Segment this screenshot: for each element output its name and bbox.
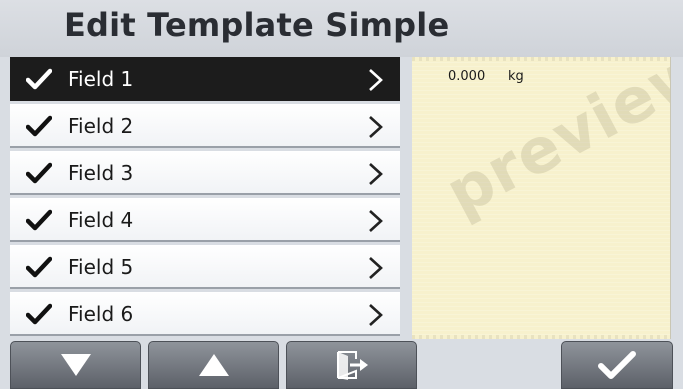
chevron-right-icon bbox=[369, 257, 383, 279]
field-row-3[interactable]: Field 3 bbox=[10, 151, 400, 195]
move-up-button[interactable] bbox=[148, 341, 279, 389]
chevron-right-icon bbox=[369, 304, 383, 326]
field-row-5[interactable]: Field 5 bbox=[10, 245, 400, 289]
down-arrow-icon bbox=[60, 354, 91, 376]
exit-button[interactable] bbox=[286, 341, 417, 389]
checkmark-icon bbox=[26, 115, 52, 137]
chevron-right-icon bbox=[369, 69, 383, 91]
field-label: Field 1 bbox=[68, 67, 134, 91]
move-down-button[interactable] bbox=[10, 341, 141, 389]
field-row-6[interactable]: Field 6 bbox=[10, 292, 400, 336]
accept-check-icon bbox=[598, 351, 636, 379]
page-title: Edit Template Simple bbox=[64, 6, 450, 44]
field-label: Field 4 bbox=[68, 208, 134, 232]
checkmark-icon bbox=[26, 256, 52, 278]
paper-edge-bottom bbox=[412, 335, 670, 339]
checkmark-icon bbox=[26, 209, 52, 231]
field-label: Field 3 bbox=[68, 161, 134, 185]
field-label: Field 6 bbox=[68, 302, 134, 326]
title-bar: Edit Template Simple bbox=[0, 0, 683, 57]
preview-weight-value: 0.000 bbox=[448, 69, 486, 84]
exit-icon bbox=[336, 351, 368, 380]
checkmark-icon bbox=[26, 68, 52, 90]
template-preview: 0.000 kg preview bbox=[412, 57, 671, 339]
checkmark-icon bbox=[26, 162, 52, 184]
field-row-2[interactable]: Field 2 bbox=[10, 104, 400, 148]
accept-button[interactable] bbox=[561, 341, 673, 389]
field-list: Field 1 Field 2 Field 3 Field 4 Field 5 … bbox=[10, 57, 400, 340]
field-row-1[interactable]: Field 1 bbox=[10, 57, 400, 101]
field-row-4[interactable]: Field 4 bbox=[10, 198, 400, 242]
bottom-toolbar bbox=[0, 341, 683, 389]
chevron-right-icon bbox=[369, 163, 383, 185]
preview-weight-unit: kg bbox=[508, 69, 524, 84]
chevron-right-icon bbox=[369, 116, 383, 138]
field-label: Field 5 bbox=[68, 255, 134, 279]
checkmark-icon bbox=[26, 303, 52, 325]
field-label: Field 2 bbox=[68, 114, 134, 138]
up-arrow-icon bbox=[198, 354, 229, 376]
chevron-right-icon bbox=[369, 210, 383, 232]
